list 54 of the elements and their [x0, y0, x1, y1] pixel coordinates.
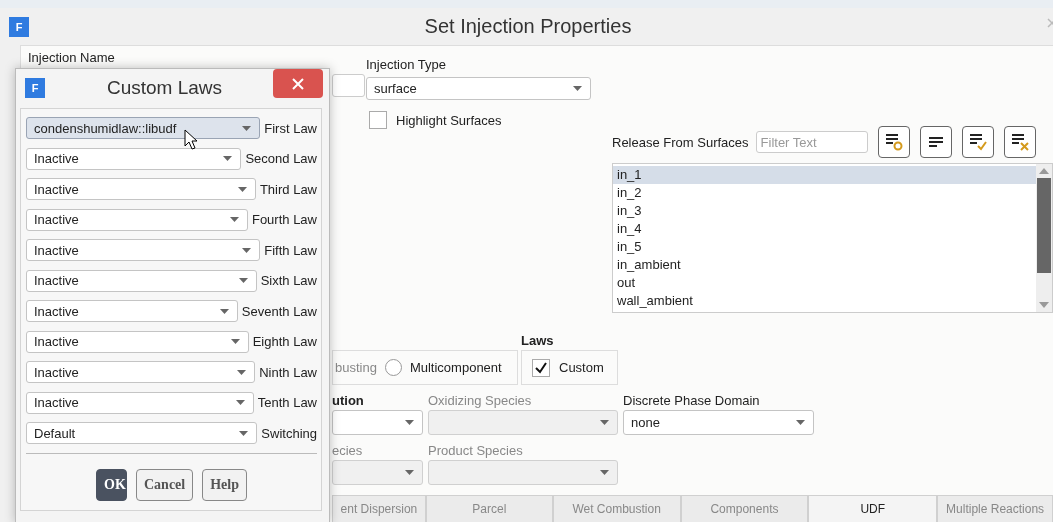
- dropdown[interactable]: none: [623, 410, 814, 435]
- checkbox-label: Highlight Surfaces: [396, 112, 502, 128]
- section-label: Laws: [521, 333, 554, 350]
- list-item[interactable]: in_2: [613, 184, 1036, 202]
- list-item[interactable]: in_1: [613, 166, 1036, 184]
- list-item[interactable]: in_4: [613, 220, 1036, 238]
- law-label: Tenth Law: [257, 395, 317, 410]
- dialog-button[interactable]: Help: [202, 468, 247, 501]
- law-label: Ninth Law: [259, 364, 317, 380]
- field-label: Oxidizing Species: [428, 393, 532, 410]
- dropdown[interactable]: Inactive: [26, 330, 249, 353]
- law-label: Fifth Law: [264, 242, 317, 258]
- dropdown[interactable]: condenshumidlaw::libudf: [26, 117, 261, 139]
- list-item[interactable]: in_5: [613, 238, 1036, 256]
- dialog-button[interactable]: Cancel: [136, 468, 194, 501]
- law-label: Second Law: [245, 151, 317, 166]
- dropdown[interactable]: Inactive: [26, 208, 248, 231]
- law-label: Eighth Law: [252, 334, 317, 349]
- field-label: Discrete Phase Domain: [623, 393, 760, 410]
- field-label: Product Species: [428, 443, 523, 460]
- field-label: ecies: [332, 443, 363, 460]
- field-label: Release From Surfaces: [612, 134, 749, 150]
- list-item[interactable]: in_3: [613, 202, 1036, 220]
- filter-field[interactable]: Filter Text: [755, 131, 868, 153]
- dropdown[interactable]: Inactive: [26, 269, 257, 292]
- dropdown[interactable]: Inactive: [26, 391, 254, 414]
- law-label: Seventh Law: [241, 303, 317, 319]
- dropdown[interactable]: Inactive: [26, 147, 242, 170]
- dropdown[interactable]: Inactive: [26, 239, 261, 261]
- dropdown[interactable]: Default: [26, 422, 258, 444]
- field-label: Injection Type: [366, 57, 446, 74]
- law-label: First Law: [264, 120, 317, 136]
- dialog-title: Custom Laws: [105, 77, 224, 99]
- dropdown[interactable]: Inactive: [26, 361, 256, 383]
- field-label: Injection Name: [28, 50, 115, 66]
- law-label: Switching: [261, 425, 317, 441]
- dialog-button[interactable]: OK: [96, 468, 127, 501]
- law-label: Third Law: [259, 181, 317, 197]
- list-item[interactable]: wall_ambient: [613, 292, 1036, 310]
- app-logo: F: [9, 16, 29, 37]
- tab[interactable]: UDF: [808, 495, 938, 522]
- dropdown[interactable]: Inactive: [26, 178, 256, 200]
- law-label: Sixth Law: [260, 273, 317, 288]
- field-label: ution: [332, 393, 364, 410]
- option-label: busting: [335, 360, 377, 375]
- app-logo: F: [25, 78, 45, 98]
- window-title: Set Injection Properties: [423, 15, 633, 38]
- checkbox-label: Custom: [559, 360, 604, 375]
- law-label: Fourth Law: [251, 212, 317, 227]
- radio-label: Multicomponent: [409, 360, 502, 375]
- list-item[interactable]: out: [613, 274, 1036, 292]
- dropdown[interactable]: Inactive: [26, 300, 238, 322]
- list-item[interactable]: in_ambient: [613, 256, 1036, 274]
- dropdown[interactable]: surface: [366, 77, 591, 100]
